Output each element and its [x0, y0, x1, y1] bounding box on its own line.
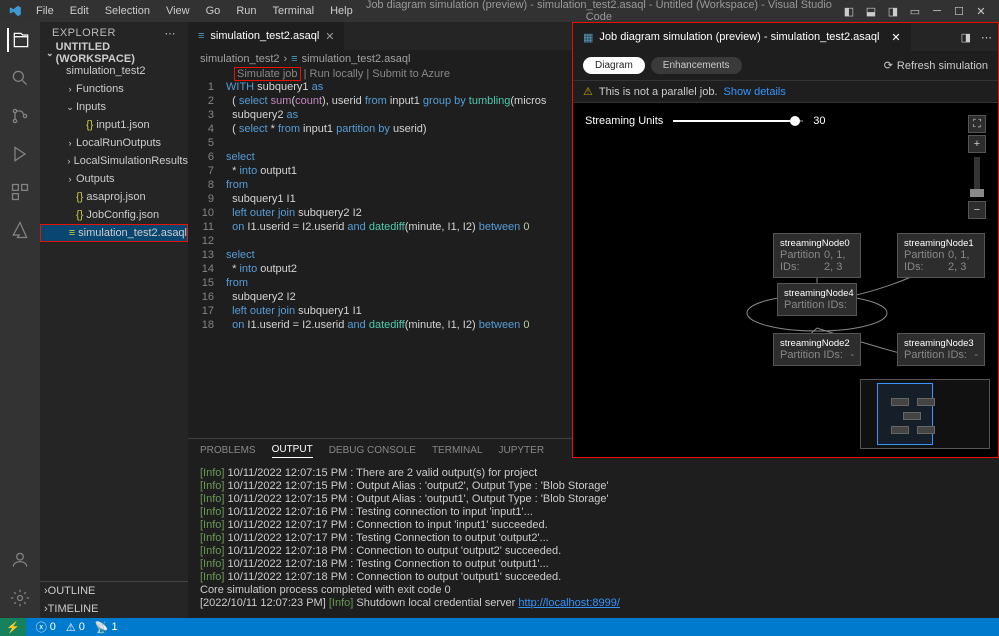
- simulate-job-link[interactable]: Simulate job: [234, 67, 301, 81]
- layout-right-icon[interactable]: ◨: [883, 2, 903, 20]
- warnings-indicator[interactable]: ⚠ 0: [66, 621, 85, 634]
- streaming-units-value: 30: [813, 115, 825, 127]
- minimize-icon[interactable]: ─: [927, 2, 947, 20]
- preview-tab-label: Job diagram simulation (preview) - simul…: [599, 31, 879, 43]
- enhancements-pill[interactable]: Enhancements: [651, 57, 742, 74]
- diagram-icon: ▦: [583, 31, 593, 44]
- node-streamingNode2[interactable]: streamingNode2Partition IDs:-: [773, 333, 861, 366]
- warning-text: This is not a parallel job.: [599, 86, 718, 98]
- tree-item-simulation_test2[interactable]: simulation_test2: [40, 62, 188, 80]
- menu-help[interactable]: Help: [324, 3, 359, 19]
- zoom-slider[interactable]: [974, 157, 980, 197]
- close-preview-icon[interactable]: ✕: [891, 31, 900, 44]
- job-diagram-preview: ▦ Job diagram simulation (preview) - sim…: [572, 22, 999, 458]
- tree-item-LocalRunOutputs[interactable]: ›LocalRunOutputs: [40, 134, 188, 152]
- search-icon[interactable]: [8, 66, 32, 90]
- file-tree: simulation_test2›Functions⌄Inputs{}input…: [40, 62, 188, 581]
- menu-go[interactable]: Go: [200, 3, 227, 19]
- status-bar: ⚡ ⓧ 0 ⚠ 0 📡 1: [0, 618, 999, 636]
- zoom-in-icon[interactable]: +: [968, 135, 986, 153]
- window-controls: ◧ ⬓ ◨ ▭ ─ ☐ ✕: [839, 2, 991, 20]
- fit-zoom-icon[interactable]: ⛶: [968, 115, 986, 133]
- more-actions-icon[interactable]: ⋯: [981, 31, 992, 44]
- menu-bar: File Edit Selection View Go Run Terminal…: [30, 3, 359, 19]
- streaming-units-control: Streaming Units 30: [585, 115, 986, 127]
- debug-console-tab[interactable]: DEBUG CONSOLE: [329, 445, 416, 458]
- menu-run[interactable]: Run: [230, 3, 262, 19]
- settings-icon[interactable]: [8, 586, 32, 610]
- tree-item-Functions[interactable]: ›Functions: [40, 80, 188, 98]
- workspace-root[interactable]: ⌄UNTITLED (WORKSPACE): [40, 44, 188, 62]
- layout-left-icon[interactable]: ◧: [839, 2, 859, 20]
- window-title: Job diagram simulation (preview) - simul…: [359, 0, 839, 23]
- node-streamingNode0[interactable]: streamingNode0Partition IDs:0, 1, 2, 3: [773, 233, 861, 278]
- terminal-tab[interactable]: TERMINAL: [432, 445, 483, 458]
- preview-tab[interactable]: ▦ Job diagram simulation (preview) - sim…: [573, 23, 911, 51]
- node-streamingNode1[interactable]: streamingNode1Partition IDs:0, 1, 2, 3: [897, 233, 985, 278]
- tree-item-asaproj-json[interactable]: {}asaproj.json: [40, 188, 188, 206]
- show-details-link[interactable]: Show details: [724, 86, 786, 98]
- diagram-canvas[interactable]: Streaming Units 30 ⛶ + − streamingNode0P…: [573, 103, 998, 457]
- menu-selection[interactable]: Selection: [99, 3, 156, 19]
- title-bar: File Edit Selection View Go Run Terminal…: [0, 0, 999, 22]
- remote-indicator[interactable]: ⚡: [0, 618, 26, 636]
- tab-label: simulation_test2.asaql: [210, 30, 319, 42]
- editor-tab[interactable]: ≡ simulation_test2.asaql ✕: [188, 22, 345, 50]
- problems-tab[interactable]: PROBLEMS: [200, 445, 256, 458]
- menu-file[interactable]: File: [30, 3, 60, 19]
- source-control-icon[interactable]: [8, 104, 32, 128]
- timeline-section[interactable]: ›TIMELINE: [40, 600, 188, 618]
- tree-item-JobConfig-json[interactable]: {}JobConfig.json: [40, 206, 188, 224]
- outline-section[interactable]: ›OUTLINE: [40, 582, 188, 600]
- activity-bar: [0, 22, 40, 618]
- zoom-out-icon[interactable]: −: [968, 201, 986, 219]
- file-icon: ≡: [198, 30, 204, 42]
- node-streamingNode3[interactable]: streamingNode3Partition IDs:-: [897, 333, 985, 366]
- layout-bottom-icon[interactable]: ⬓: [861, 2, 881, 20]
- output-console[interactable]: [Info] 10/11/2022 12:07:15 PM : There ar…: [188, 463, 999, 618]
- tree-item-Inputs[interactable]: ⌄Inputs: [40, 98, 188, 116]
- layout-custom-icon[interactable]: ▭: [905, 2, 925, 20]
- more-icon[interactable]: ⋯: [165, 27, 177, 40]
- codelens-rest[interactable]: | Run locally | Submit to Azure: [301, 68, 450, 80]
- warning-bar: ⚠ This is not a parallel job. Show detai…: [573, 81, 998, 103]
- minimap-overview[interactable]: [860, 379, 990, 449]
- warning-icon: ⚠: [583, 85, 593, 98]
- bottom-panel: PROBLEMS OUTPUT DEBUG CONSOLE TERMINAL J…: [188, 438, 999, 618]
- close-tab-icon[interactable]: ✕: [325, 30, 334, 43]
- menu-terminal[interactable]: Terminal: [267, 3, 321, 19]
- run-debug-icon[interactable]: [8, 142, 32, 166]
- node-streamingNode4[interactable]: streamingNode4Partition IDs:: [777, 283, 857, 316]
- menu-edit[interactable]: Edit: [64, 3, 95, 19]
- tree-item-Outputs[interactable]: ›Outputs: [40, 170, 188, 188]
- refresh-simulation-button[interactable]: ⟳ Refresh simulation: [884, 59, 988, 72]
- close-icon[interactable]: ✕: [971, 2, 991, 20]
- azure-icon[interactable]: [8, 218, 32, 242]
- output-tab[interactable]: OUTPUT: [272, 444, 313, 458]
- extensions-icon[interactable]: [8, 180, 32, 204]
- explorer-sidebar: EXPLORER ⋯ ⌄UNTITLED (WORKSPACE) simulat…: [40, 22, 188, 618]
- streaming-units-slider[interactable]: [673, 120, 803, 122]
- refresh-icon: ⟳: [884, 59, 893, 72]
- preview-toolbar: Diagram Enhancements ⟳ Refresh simulatio…: [573, 51, 998, 81]
- split-editor-icon[interactable]: ◨: [961, 31, 971, 44]
- menu-view[interactable]: View: [160, 3, 196, 19]
- tree-item-input1-json[interactable]: {}input1.json: [40, 116, 188, 134]
- vscode-logo: [8, 4, 22, 18]
- tree-item-simulation_test2-asaql[interactable]: ≡simulation_test2.asaql: [40, 224, 188, 242]
- account-icon[interactable]: [8, 548, 32, 572]
- zoom-controls: ⛶ + −: [968, 115, 986, 219]
- jupyter-tab[interactable]: JUPYTER: [499, 445, 545, 458]
- ports-indicator[interactable]: 📡 1: [95, 621, 118, 634]
- tree-item-LocalSimulationResults[interactable]: ›LocalSimulationResults: [40, 152, 188, 170]
- streaming-units-label: Streaming Units: [585, 115, 663, 127]
- maximize-icon[interactable]: ☐: [949, 2, 969, 20]
- diagram-pill[interactable]: Diagram: [583, 57, 645, 74]
- explorer-icon[interactable]: [7, 28, 31, 52]
- errors-indicator[interactable]: ⓧ 0: [36, 619, 56, 635]
